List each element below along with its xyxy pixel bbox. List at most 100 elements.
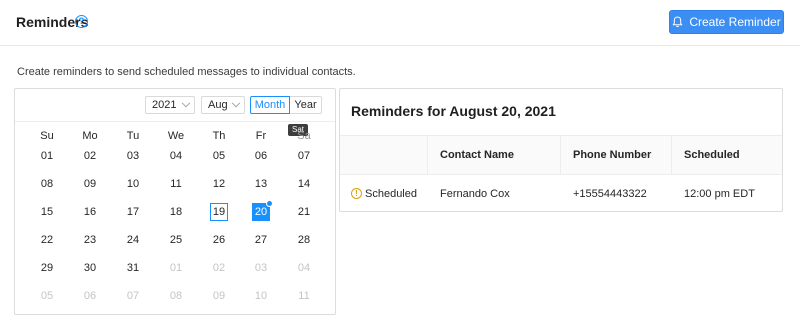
- day-number: 03: [254, 262, 268, 274]
- calendar-day[interactable]: 13: [241, 173, 281, 195]
- row-scheduled: 12:00 pm EDT: [684, 188, 755, 200]
- calendar-day[interactable]: 07: [284, 145, 324, 167]
- reminders-panel-title: Reminders for August 20, 2021: [351, 103, 556, 119]
- chevron-down-icon: [231, 98, 241, 108]
- calendar-day[interactable]: 02: [70, 145, 110, 167]
- column-header-phone-number: Phone Number: [573, 149, 652, 161]
- day-number: 28: [297, 234, 311, 246]
- day-number: 12: [212, 178, 226, 190]
- year-select-value: 2021: [152, 99, 177, 111]
- calendar-day[interactable]: 21: [284, 201, 324, 223]
- calendar-day[interactable]: 03: [113, 145, 153, 167]
- day-number: 04: [297, 262, 311, 274]
- day-number: 25: [169, 234, 183, 246]
- day-number: 09: [212, 290, 226, 302]
- calendar-day[interactable]: 01: [27, 145, 67, 167]
- day-number: 19: [210, 203, 228, 221]
- mode-month-button[interactable]: Month: [250, 96, 290, 114]
- day-number: 06: [83, 290, 97, 302]
- day-number: 26: [212, 234, 226, 246]
- calendar-day-next-month[interactable]: 01: [156, 257, 196, 279]
- day-number: 06: [254, 150, 268, 162]
- create-reminder-button[interactable]: Create Reminder: [669, 10, 784, 34]
- calendar-day[interactable]: 31: [113, 257, 153, 279]
- weekday-header: Tu: [126, 130, 140, 142]
- calendar-day-next-month[interactable]: 05: [27, 285, 67, 307]
- weekday-header: We: [167, 130, 185, 142]
- day-number: 08: [169, 290, 183, 302]
- day-number: 22: [40, 234, 54, 246]
- weekday-header: Su: [40, 130, 54, 142]
- create-reminder-label: Create Reminder: [689, 15, 781, 29]
- calendar-day[interactable]: 29: [27, 257, 67, 279]
- day-number: 15: [40, 206, 54, 218]
- calendar-day[interactable]: 17: [113, 201, 153, 223]
- day-number: 04: [169, 150, 183, 162]
- calendar-day[interactable]: 28: [284, 229, 324, 251]
- calendar-day[interactable]: 15: [27, 201, 67, 223]
- calendar-day[interactable]: 22: [27, 229, 67, 251]
- month-select-value: Aug: [208, 99, 228, 111]
- day-number: 10: [254, 290, 268, 302]
- row-phone-number: +15554443322: [573, 188, 647, 200]
- day-number: 09: [83, 178, 97, 190]
- calendar-day[interactable]: 12: [199, 173, 239, 195]
- help-icon[interactable]: ?: [75, 15, 88, 28]
- reminders-panel: Reminders for August 20, 2021 Contact Na…: [339, 88, 783, 212]
- calendar-day[interactable]: 24: [113, 229, 153, 251]
- table-row[interactable]: ! Scheduled Fernando Cox +15554443322 12…: [340, 176, 782, 212]
- row-contact-name: Fernando Cox: [440, 188, 510, 200]
- day-number: 20: [252, 200, 273, 221]
- calendar-day[interactable]: 09: [70, 173, 110, 195]
- day-number: 03: [126, 150, 140, 162]
- calendar-day-next-month[interactable]: 04: [284, 257, 324, 279]
- calendar-day-today[interactable]: 19: [199, 201, 239, 223]
- calendar-day[interactable]: 10: [113, 173, 153, 195]
- calendar-day[interactable]: 11: [156, 173, 196, 195]
- calendar-day[interactable]: 04: [156, 145, 196, 167]
- column-divider: [427, 136, 428, 175]
- calendar-day-next-month[interactable]: 08: [156, 285, 196, 307]
- calendar-day-selected[interactable]: 20: [241, 200, 281, 223]
- weekday-header: Mo: [82, 130, 98, 142]
- calendar-day[interactable]: 23: [70, 229, 110, 251]
- year-select[interactable]: 2021: [145, 96, 195, 114]
- month-select[interactable]: Aug: [201, 96, 245, 114]
- day-number: 01: [169, 262, 183, 274]
- calendar-day-next-month[interactable]: 09: [199, 285, 239, 307]
- day-number: 10: [126, 178, 140, 190]
- calendar-day-next-month[interactable]: 10: [241, 285, 281, 307]
- day-number: 24: [126, 234, 140, 246]
- calendar-day[interactable]: 30: [70, 257, 110, 279]
- calendar-day[interactable]: 14: [284, 173, 324, 195]
- calendar-day-next-month[interactable]: 03: [241, 257, 281, 279]
- calendar-day[interactable]: 26: [199, 229, 239, 251]
- row-status: Scheduled: [365, 188, 417, 200]
- day-number: 23: [83, 234, 97, 246]
- day-number: 05: [40, 290, 54, 302]
- day-number: 02: [83, 150, 97, 162]
- mode-year-button[interactable]: Year: [289, 96, 322, 114]
- calendar-day[interactable]: 08: [27, 173, 67, 195]
- page-header: Reminders ? Create Reminder: [0, 0, 800, 46]
- day-number: 01: [40, 150, 54, 162]
- day-number: 16: [83, 206, 97, 218]
- calendar-day[interactable]: 05: [199, 145, 239, 167]
- bell-icon: [672, 16, 683, 28]
- weekday-header: Fr: [255, 130, 267, 142]
- calendar-day-next-month[interactable]: 11: [284, 285, 324, 307]
- calendar-day-next-month[interactable]: 07: [113, 285, 153, 307]
- calendar-day[interactable]: 18: [156, 201, 196, 223]
- calendar-day[interactable]: 06: [241, 145, 281, 167]
- day-number: 07: [297, 150, 311, 162]
- calendar-day[interactable]: 27: [241, 229, 281, 251]
- calendar-day[interactable]: 16: [70, 201, 110, 223]
- calendar-day-next-month[interactable]: 06: [70, 285, 110, 307]
- day-number: 29: [40, 262, 54, 274]
- day-number: 30: [83, 262, 97, 274]
- day-number: 07: [126, 290, 140, 302]
- day-number: 31: [126, 262, 140, 274]
- calendar-day[interactable]: 25: [156, 229, 196, 251]
- column-divider: [671, 136, 672, 175]
- calendar-day-next-month[interactable]: 02: [199, 257, 239, 279]
